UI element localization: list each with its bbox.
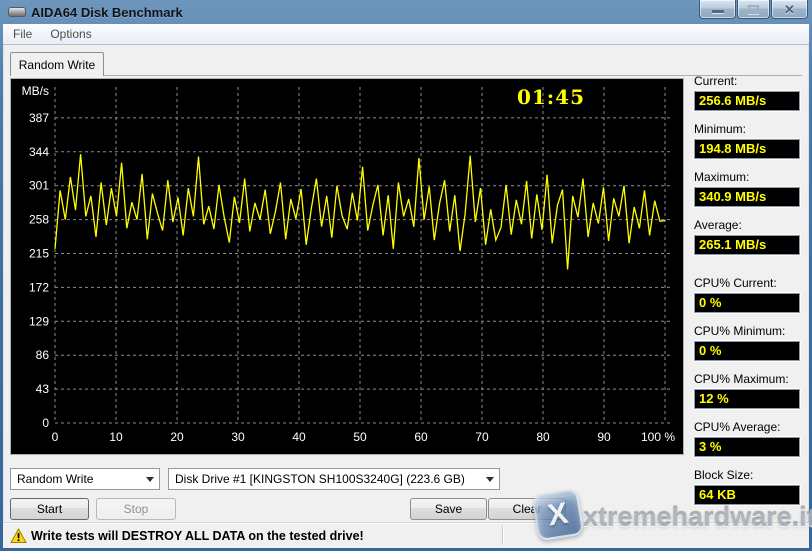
svg-text:129: 129 (29, 314, 49, 328)
minimize-icon (712, 10, 724, 13)
svg-text:MB/s: MB/s (22, 84, 49, 98)
svg-text:70: 70 (475, 430, 489, 444)
stat-minimum: Minimum: 194.8 MB/s (694, 122, 802, 159)
tab-strip-baseline (10, 75, 802, 76)
stat-value: 194.8 MB/s (694, 139, 800, 159)
stat-value: 265.1 MB/s (694, 235, 800, 255)
stat-value: 12 % (694, 389, 800, 409)
stat-value: 256.6 MB/s (694, 91, 800, 111)
svg-text:10: 10 (109, 430, 123, 444)
app-window: AIDA64 Disk Benchmark ✕ File Options Ran… (0, 0, 812, 551)
stat-label: Maximum: (694, 170, 802, 184)
elapsed-timer: 01:45 (481, 85, 621, 109)
stat-label: CPU% Current: (694, 276, 802, 290)
maximize-button (737, 0, 770, 19)
stat-label: Current: (694, 74, 802, 88)
stat-label: Block Size: (694, 468, 802, 482)
stat-value: 0 % (694, 293, 800, 313)
stat-label: CPU% Average: (694, 420, 802, 434)
minimize-button[interactable] (699, 0, 736, 19)
statusbar-separator (502, 526, 503, 545)
menu-bar: File Options (3, 24, 809, 45)
stat-block-size: Block Size: 64 KB (694, 468, 802, 505)
svg-text:344: 344 (29, 145, 49, 159)
client-area: File Options Random Write MB/s 0 43 86 129 17… (3, 24, 809, 548)
svg-text:100 %: 100 % (641, 430, 675, 444)
svg-text:43: 43 (36, 382, 50, 396)
stat-label: Minimum: (694, 122, 802, 136)
stat-maximum: Maximum: 340.9 MB/s (694, 170, 802, 207)
status-bar: Write tests will DESTROY ALL DATA on the… (3, 522, 809, 548)
svg-text:40: 40 (292, 430, 306, 444)
stat-value: 64 KB (694, 485, 800, 505)
test-type-value: Random Write (17, 472, 93, 486)
stop-label: Stop (124, 502, 149, 516)
stat-current: Current: 256.6 MB/s (694, 74, 802, 111)
warning-icon (10, 528, 27, 544)
benchmark-chart: MB/s 0 43 86 129 172 215 258 301 344 387 0 10 20 30 40 5… (10, 78, 684, 455)
stat-cpu-average: CPU% Average: 3 % (694, 420, 802, 457)
stop-button: Stop (96, 498, 176, 520)
svg-text:172: 172 (29, 280, 49, 294)
stat-label: Average: (694, 218, 802, 232)
close-button[interactable]: ✕ (771, 0, 808, 19)
warning-message: Write tests will DESTROY ALL DATA on the… (31, 523, 364, 549)
svg-text:0: 0 (52, 430, 59, 444)
stat-value: 3 % (694, 437, 800, 457)
window-title: AIDA64 Disk Benchmark (31, 5, 183, 20)
chart-plot: MB/s 0 43 86 129 172 215 258 301 344 387 0 10 20 30 40 5… (11, 79, 683, 454)
drive-select[interactable]: Disk Drive #1 [KINGSTON SH100S3240G] (22… (168, 468, 500, 490)
start-label: Start (37, 502, 62, 516)
save-label: Save (435, 502, 462, 516)
svg-text:0: 0 (42, 416, 49, 430)
maximize-icon (748, 5, 759, 14)
svg-text:80: 80 (536, 430, 550, 444)
svg-text:86: 86 (36, 348, 50, 362)
clear-button[interactable]: Clear (488, 498, 566, 520)
tab-label: Random Write (19, 58, 95, 72)
stat-label: CPU% Maximum: (694, 372, 802, 386)
chevron-down-icon (146, 477, 154, 482)
svg-text:20: 20 (170, 430, 184, 444)
stat-value: 0 % (694, 341, 800, 361)
svg-text:387: 387 (29, 111, 49, 125)
svg-text:60: 60 (414, 430, 428, 444)
svg-text:258: 258 (29, 213, 49, 227)
svg-text:50: 50 (353, 430, 367, 444)
stat-cpu-minimum: CPU% Minimum: 0 % (694, 324, 802, 361)
chevron-down-icon (486, 477, 494, 482)
clear-label: Clear (513, 502, 542, 516)
stat-cpu-current: CPU% Current: 0 % (694, 276, 802, 313)
close-icon: ✕ (784, 3, 795, 16)
stat-value: 340.9 MB/s (694, 187, 800, 207)
menu-options[interactable]: Options (41, 24, 100, 44)
stat-label: CPU% Minimum: (694, 324, 802, 338)
svg-text:215: 215 (29, 247, 49, 261)
test-type-select[interactable]: Random Write (10, 468, 160, 490)
drive-select-value: Disk Drive #1 [KINGSTON SH100S3240G] (22… (175, 472, 465, 486)
title-bar[interactable]: AIDA64 Disk Benchmark ✕ (0, 0, 812, 24)
menu-file[interactable]: File (4, 24, 41, 44)
hard-disk-icon (8, 5, 26, 19)
tab-random-write[interactable]: Random Write (10, 52, 104, 76)
start-button[interactable]: Start (10, 498, 89, 520)
svg-text:90: 90 (597, 430, 611, 444)
svg-text:301: 301 (29, 179, 49, 193)
stat-cpu-maximum: CPU% Maximum: 12 % (694, 372, 802, 409)
svg-text:30: 30 (231, 430, 245, 444)
save-button[interactable]: Save (410, 498, 487, 520)
stat-average: Average: 265.1 MB/s (694, 218, 802, 255)
